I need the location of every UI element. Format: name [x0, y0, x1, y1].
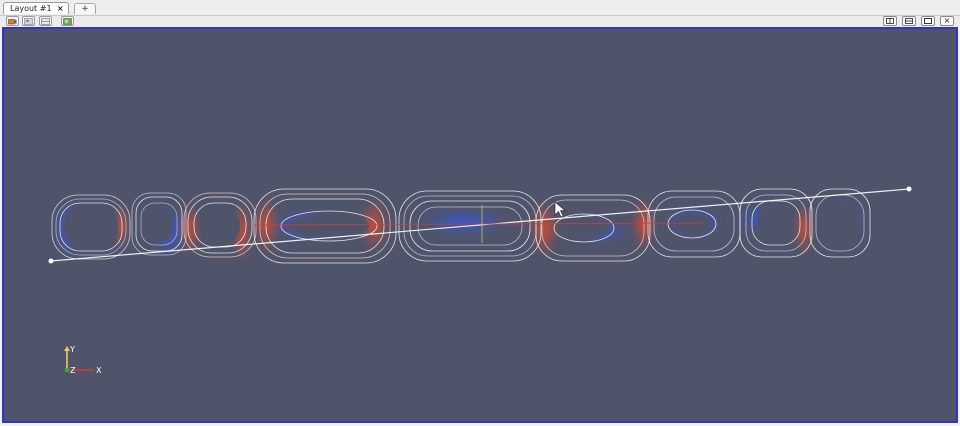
split-vertical-button[interactable] [902, 16, 916, 26]
split-view-button[interactable] [39, 16, 52, 26]
axis-label-x: X [96, 366, 102, 375]
close-icon: × [943, 16, 951, 25]
camera-undo-icon [63, 17, 72, 25]
maximize-button[interactable] [921, 16, 935, 26]
render-canvas[interactable]: Y Z X [4, 29, 956, 421]
split-vertical-icon [905, 18, 913, 24]
capture-icon [24, 17, 33, 25]
camera-link-button[interactable] [6, 16, 19, 26]
tab-label: Layout #1 [10, 4, 52, 13]
view-toolbar: × [0, 16, 960, 27]
camera-undo-button[interactable] [61, 16, 74, 26]
render-view[interactable]: Y Z X [2, 27, 958, 423]
split-view-icon [41, 17, 50, 25]
axis-label-z: Z [70, 366, 76, 375]
maximize-icon [924, 18, 932, 24]
orientation-axes: Y Z X [64, 345, 102, 375]
mouse-cursor-icon [554, 201, 566, 218]
tab-bar: Layout #1 × + [0, 0, 960, 16]
streamline-vortices [48, 186, 912, 264]
add-tab-button[interactable]: + [74, 3, 96, 14]
split-horizontal-icon [886, 18, 894, 24]
axis-label-y: Y [69, 345, 75, 354]
tab-layout-1[interactable]: Layout #1 × [3, 2, 69, 14]
close-view-button[interactable]: × [940, 16, 954, 26]
tab-close-button[interactable]: × [57, 3, 64, 15]
camera-link-icon [8, 18, 17, 24]
capture-button[interactable] [22, 16, 35, 26]
split-horizontal-button[interactable] [883, 16, 897, 26]
